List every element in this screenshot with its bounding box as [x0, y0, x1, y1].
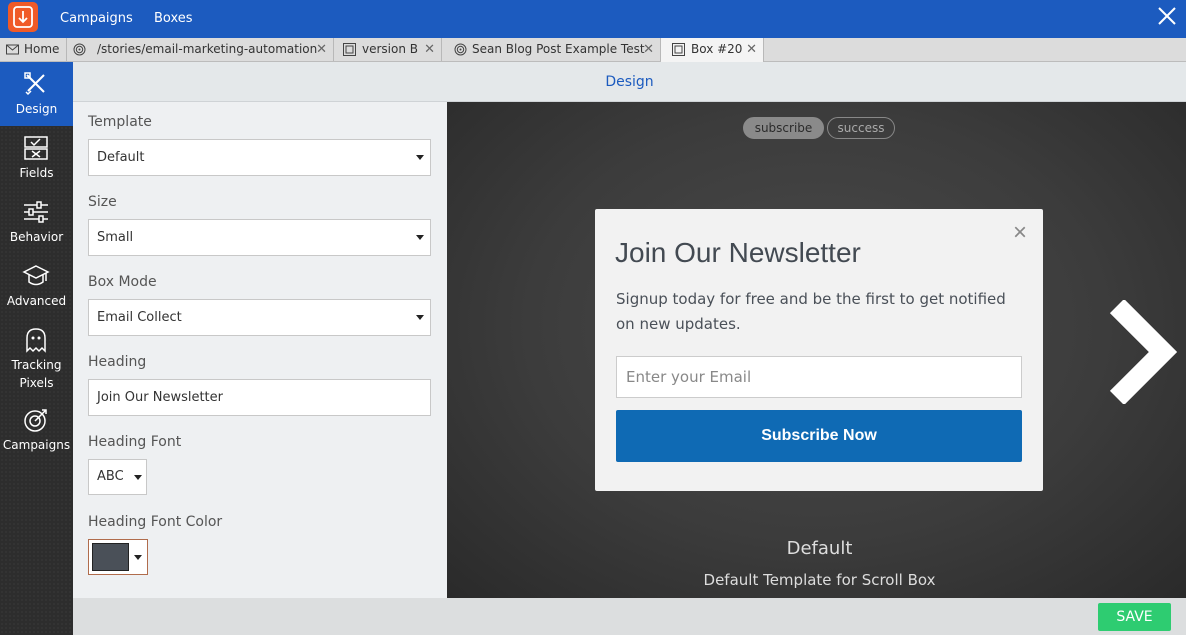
download-logo-icon	[13, 6, 33, 28]
fields-icon	[24, 136, 48, 160]
modal-close-icon[interactable]: ×	[1013, 221, 1027, 245]
tab-label: Box #20	[691, 42, 743, 56]
sidebar-item-design[interactable]: Design	[0, 62, 73, 126]
tab-box-20[interactable]: Box #20 ✕	[661, 38, 764, 62]
sliders-icon	[24, 201, 48, 223]
template-label: Template	[88, 114, 152, 130]
template-name: Default	[786, 538, 853, 559]
state-subscribe-toggle[interactable]: subscribe	[743, 117, 824, 139]
tab-bar: Home /stories/email-marketing-automation…	[0, 38, 1186, 62]
box-icon	[672, 43, 685, 56]
box-mode-label: Box Mode	[88, 274, 157, 290]
sidebar-item-label: Tracking	[11, 358, 62, 372]
footer-bar: SAVE	[73, 598, 1186, 635]
tab-label: Sean Blog Post Example Test	[472, 42, 645, 56]
heading-font-color-label: Heading Font Color	[88, 514, 223, 530]
sidebar-item-label: Behavior	[9, 230, 64, 244]
sidebar-item-campaigns[interactable]: Campaigns	[0, 398, 73, 462]
modal-text: Signup today for free and be the first t…	[616, 290, 1006, 333]
tab-home[interactable]: Home	[0, 38, 67, 61]
subscribe-button[interactable]: Subscribe Now	[616, 410, 1022, 462]
target-icon	[24, 409, 47, 432]
tab-label: /stories/email-marketing-automation	[97, 42, 318, 56]
caret-down-icon	[416, 155, 424, 160]
tab-close-icon[interactable]: ✕	[643, 38, 654, 61]
design-tools-icon	[24, 72, 45, 96]
tab-stories[interactable]: /stories/email-marketing-automation ✕	[67, 38, 334, 61]
size-label: Size	[88, 194, 117, 210]
template-value: Default	[97, 150, 145, 165]
heading-font-color-picker[interactable]	[88, 539, 148, 575]
tab-version-b[interactable]: version B ✕	[334, 38, 442, 61]
sidebar-item-advanced[interactable]: Advanced	[0, 254, 73, 318]
nav-boxes[interactable]: Boxes	[154, 11, 193, 26]
sidebar-item-label: Advanced	[6, 294, 67, 308]
color-swatch	[92, 543, 129, 571]
target-icon	[454, 43, 467, 56]
caret-down-icon	[134, 555, 142, 560]
size-value: Small	[97, 230, 134, 245]
tab-label: version B	[362, 42, 418, 56]
sidebar: Design Fields Behavior Advanced Tracking…	[0, 62, 73, 635]
nav-campaigns[interactable]: Campaigns	[60, 11, 133, 26]
box-icon	[343, 43, 356, 56]
sidebar-item-label: Fields	[19, 166, 54, 180]
close-icon[interactable]	[1156, 5, 1178, 27]
next-template-arrow-icon[interactable]	[1107, 300, 1177, 404]
sidebar-item-label: Campaigns	[2, 438, 71, 452]
logo[interactable]	[8, 2, 38, 32]
sidebar-item-label-2: Pixels	[19, 376, 54, 390]
tab-close-icon[interactable]: ✕	[424, 38, 435, 61]
template-select[interactable]: Default	[88, 139, 431, 176]
heading-value: Join Our Newsletter	[97, 390, 223, 405]
caret-down-icon	[416, 315, 424, 320]
tab-sean-blog[interactable]: Sean Blog Post Example Test ✕	[442, 38, 661, 61]
box-mode-select[interactable]: Email Collect	[88, 299, 431, 336]
newsletter-modal: × Join Our Newsletter Signup today for f…	[595, 209, 1043, 491]
heading-font-select[interactable]: ABC	[88, 459, 147, 495]
sidebar-item-fields[interactable]: Fields	[0, 126, 73, 190]
sidebar-item-behavior[interactable]: Behavior	[0, 190, 73, 254]
page-title: Design	[73, 62, 1186, 102]
caret-down-icon	[416, 235, 424, 240]
design-form: Template Default Size Small Box Mode Ema…	[73, 102, 447, 598]
preview-area: subscribe success × Join Our Newsletter …	[447, 102, 1186, 598]
tab-close-icon[interactable]: ✕	[746, 38, 757, 61]
sidebar-item-tracking-pixels[interactable]: Tracking Pixels	[0, 318, 73, 390]
box-mode-value: Email Collect	[97, 310, 182, 325]
save-button[interactable]: SAVE	[1098, 603, 1171, 631]
sidebar-item-label: Design	[15, 102, 58, 116]
caret-down-icon	[134, 475, 142, 480]
graduation-cap-icon	[22, 265, 50, 286]
heading-label: Heading	[88, 354, 147, 370]
mail-icon	[6, 44, 19, 55]
modal-heading: Join Our Newsletter	[615, 237, 861, 268]
top-bar: Campaigns Boxes	[0, 0, 1186, 38]
state-success-toggle[interactable]: success	[827, 117, 895, 139]
ghost-icon	[26, 328, 46, 353]
tab-label: Home	[24, 42, 60, 56]
heading-font-value: ABC	[97, 469, 124, 484]
template-description: Default Template for Scroll Box	[703, 571, 936, 589]
heading-font-label: Heading Font	[88, 434, 182, 450]
email-field[interactable]: Enter your Email	[616, 356, 1022, 398]
heading-input[interactable]: Join Our Newsletter	[88, 379, 431, 416]
tab-close-icon[interactable]: ✕	[316, 38, 327, 61]
size-select[interactable]: Small	[88, 219, 431, 256]
target-icon	[73, 43, 86, 56]
